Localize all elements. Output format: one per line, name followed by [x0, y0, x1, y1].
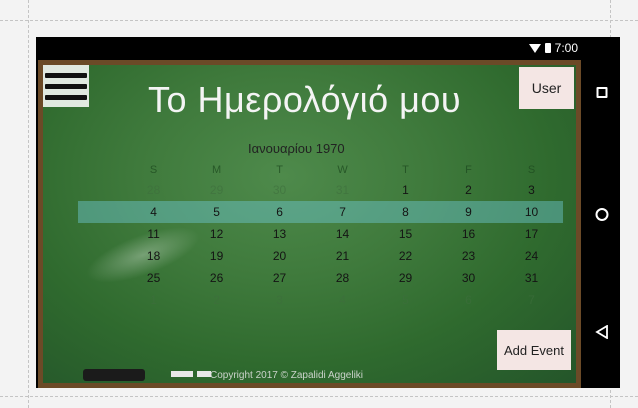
- calendar-day[interactable]: 1: [122, 293, 185, 307]
- calendar-day[interactable]: 6: [437, 293, 500, 307]
- chalkboard: Το Ημερολόγιό μου User Ιανουαρίου 1970 S…: [38, 60, 581, 388]
- calendar-week-row: 1234567: [78, 289, 563, 311]
- calendar-day[interactable]: 2: [185, 293, 248, 307]
- calendar-day[interactable]: 27: [248, 271, 311, 285]
- calendar-day[interactable]: 22: [374, 249, 437, 263]
- calendar-week-row: 28 29 30 31 1 2 3: [78, 179, 563, 201]
- layout-guide: [28, 0, 29, 408]
- weekday-header: T: [402, 164, 409, 176]
- calendar-day[interactable]: 31: [500, 271, 563, 285]
- chalk-stick: [197, 371, 211, 377]
- home-icon[interactable]: [595, 208, 609, 221]
- calendar-header-row: S M T W T F S: [78, 161, 563, 179]
- calendar-day[interactable]: 23: [437, 249, 500, 263]
- android-nav-bar: [584, 37, 620, 388]
- weekday-header: M: [211, 164, 222, 176]
- calendar-week-row: 25 26 27 28 29 30 31: [78, 267, 563, 289]
- calendar-day[interactable]: 8: [374, 205, 437, 219]
- copyright-footer: Copyright 2017 © Zapalidi Aggeliki: [210, 370, 364, 381]
- calendar-day[interactable]: 11: [122, 227, 185, 241]
- user-button[interactable]: User: [519, 67, 574, 109]
- calendar-day[interactable]: 28: [122, 183, 185, 197]
- status-time: 7:00: [554, 41, 578, 55]
- calendar-day[interactable]: 10: [500, 205, 563, 219]
- calendar-week-row: 4 5 6 7 8 9 10: [78, 201, 563, 223]
- layout-guide: [0, 20, 638, 21]
- device-screen: 7:00 Το Ημερολόγιό μου User Ιανουαρίου 1…: [36, 37, 620, 388]
- back-icon[interactable]: [595, 325, 609, 339]
- calendar-day[interactable]: 14: [311, 227, 374, 241]
- menu-button[interactable]: [43, 65, 89, 107]
- calendar-day[interactable]: 3: [500, 183, 563, 197]
- hamburger-icon-bar: [45, 72, 87, 78]
- calendar-day[interactable]: 31: [311, 183, 374, 197]
- calendar-day[interactable]: 7: [500, 293, 563, 307]
- calendar-week-row: 11 12 13 14 15 16 17: [78, 223, 563, 245]
- wifi-icon: [528, 43, 541, 53]
- calendar-day[interactable]: 17: [500, 227, 563, 241]
- calendar-day[interactable]: 4: [122, 205, 185, 219]
- chalkboard-eraser: [83, 369, 145, 381]
- calendar-day[interactable]: 15: [374, 227, 437, 241]
- calendar-day[interactable]: 5: [185, 205, 248, 219]
- calendar-day[interactable]: 24: [500, 249, 563, 263]
- app-title: Το Ημερολόγιό μου: [148, 79, 462, 120]
- calendar-day[interactable]: 4: [311, 293, 374, 307]
- month-label: Ιανουαρίου 1970: [248, 141, 345, 156]
- calendar-day[interactable]: 16: [437, 227, 500, 241]
- calendar-day[interactable]: 12: [185, 227, 248, 241]
- calendar-day[interactable]: 30: [437, 271, 500, 285]
- recent-apps-icon[interactable]: [596, 87, 608, 98]
- calendar-grid: S M T W T F S 28 29 30 31 1 2 3 4 5 6 7 8 9 10 11 12 13 1…: [78, 161, 563, 311]
- calendar-day[interactable]: 21: [311, 249, 374, 263]
- calendar-day[interactable]: 6: [248, 205, 311, 219]
- calendar-day[interactable]: 29: [185, 183, 248, 197]
- calendar-day[interactable]: 13: [248, 227, 311, 241]
- calendar-day[interactable]: 9: [437, 205, 500, 219]
- status-bar: 7:00: [36, 37, 584, 59]
- calendar-day[interactable]: 2: [437, 183, 500, 197]
- calendar-day[interactable]: 19: [185, 249, 248, 263]
- weekday-header: W: [337, 164, 348, 176]
- calendar-day[interactable]: 25: [122, 271, 185, 285]
- hamburger-icon-bar: [45, 94, 87, 100]
- calendar-day[interactable]: 18: [122, 249, 185, 263]
- calendar-day[interactable]: 5: [374, 293, 437, 307]
- calendar-day[interactable]: 7: [311, 205, 374, 219]
- calendar-day[interactable]: 28: [311, 271, 374, 285]
- chalk-stick: [171, 371, 193, 377]
- layout-guide: [0, 396, 638, 397]
- weekday-header: T: [276, 164, 283, 176]
- calendar-day[interactable]: 29: [374, 271, 437, 285]
- weekday-header: S: [149, 164, 158, 176]
- add-event-button[interactable]: Add Event: [497, 330, 571, 370]
- hamburger-icon-bar: [45, 83, 87, 89]
- calendar-week-row: 18 19 20 21 22 23 24: [78, 245, 563, 267]
- calendar-day[interactable]: 26: [185, 271, 248, 285]
- calendar-day[interactable]: 3: [248, 293, 311, 307]
- calendar-day[interactable]: 1: [374, 183, 437, 197]
- calendar-day[interactable]: 20: [248, 249, 311, 263]
- weekday-header: F: [465, 164, 472, 176]
- calendar-day[interactable]: 30: [248, 183, 311, 197]
- battery-icon: [544, 43, 551, 53]
- weekday-header: S: [527, 164, 536, 176]
